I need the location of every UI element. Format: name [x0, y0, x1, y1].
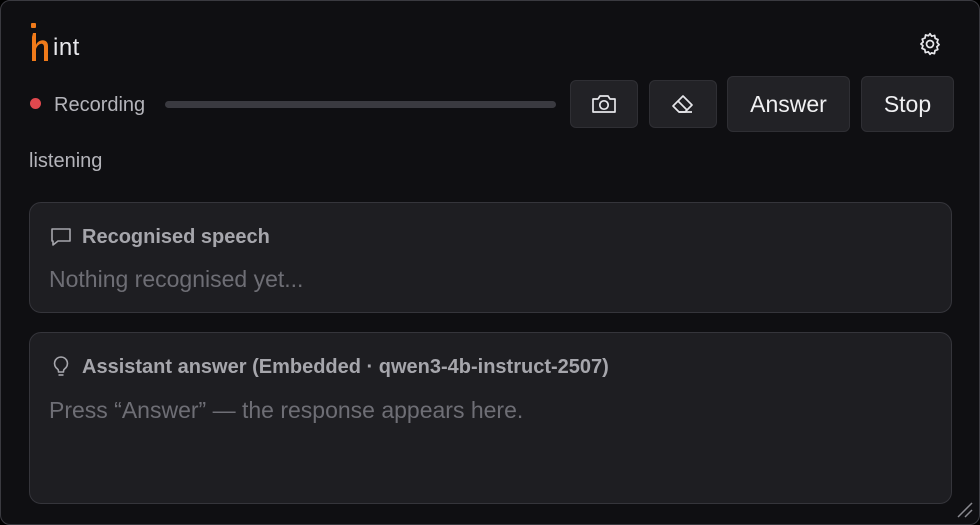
app-logo: int	[28, 23, 80, 63]
assistant-answer-header: Assistant answer (Embedded · qwen3-4b-in…	[49, 355, 609, 379]
eraser-icon	[672, 95, 693, 113]
lightbulb-icon	[49, 355, 73, 379]
assistant-answer-text[interactable]: Press “Answer” — the response appears he…	[49, 396, 523, 424]
stop-button[interactable]: Stop	[861, 76, 954, 132]
recording-indicator-dot	[30, 98, 41, 109]
hint-window: int Recording Answer Stop listening Reco…	[0, 0, 980, 525]
gear-icon	[920, 32, 940, 56]
recognised-speech-text[interactable]: Nothing recognised yet...	[49, 265, 303, 293]
settings-button[interactable]	[913, 27, 947, 61]
logo-h-icon	[31, 23, 48, 61]
speech-bubble-icon	[49, 225, 73, 249]
recognised-speech-panel: Recognised speech Nothing recognised yet…	[29, 202, 952, 313]
recognised-speech-title: Recognised speech	[82, 226, 270, 248]
screenshot-button[interactable]	[570, 80, 638, 128]
resize-grip-icon[interactable]	[955, 500, 973, 518]
logo-text: int	[53, 34, 80, 61]
answer-button[interactable]: Answer	[727, 76, 850, 132]
assistant-answer-title: Assistant answer (Embedded · qwen3-4b-in…	[82, 356, 609, 378]
status-text: listening	[29, 150, 103, 172]
audio-level-meter	[165, 101, 556, 108]
recognised-speech-header: Recognised speech	[49, 225, 270, 249]
assistant-answer-panel: Assistant answer (Embedded · qwen3-4b-in…	[29, 332, 952, 504]
recording-label: Recording	[54, 94, 146, 116]
camera-icon	[592, 95, 616, 113]
clear-button[interactable]	[649, 80, 717, 128]
